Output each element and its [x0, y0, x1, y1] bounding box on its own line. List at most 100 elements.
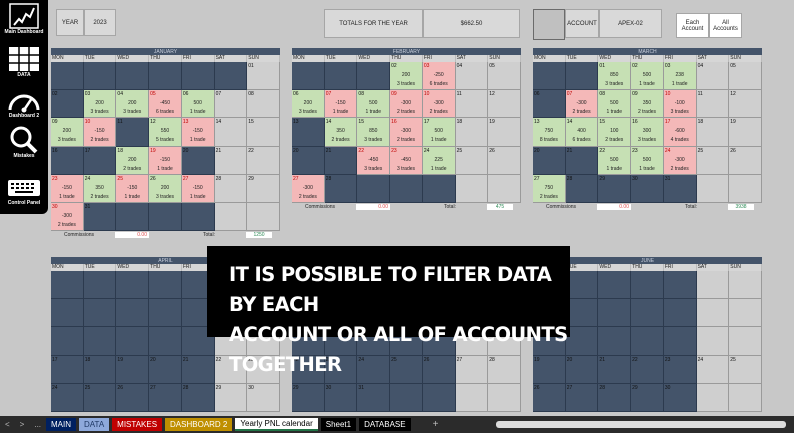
more-tabs-icon[interactable]: ... — [29, 420, 46, 429]
day-cell[interactable] — [663, 271, 697, 300]
day-cell[interactable] — [729, 299, 762, 328]
horizontal-scrollbar[interactable] — [496, 421, 786, 428]
day-cell[interactable]: 16 — [51, 146, 84, 175]
day-cell[interactable]: 25 — [455, 146, 489, 175]
day-cell[interactable]: 24 -300 2 trades — [663, 146, 697, 175]
day-cell[interactable] — [696, 327, 730, 356]
day-cell[interactable]: 08 — [247, 90, 280, 119]
day-cell[interactable]: 22 — [247, 146, 280, 175]
day-cell[interactable]: 17 500 1 trade — [422, 118, 456, 147]
day-cell[interactable]: 24 — [696, 355, 730, 384]
day-cell[interactable]: 11 — [455, 90, 489, 119]
day-cell[interactable]: 30 — [631, 174, 664, 203]
day-cell[interactable] — [149, 271, 182, 300]
day-cell[interactable] — [116, 271, 150, 300]
account-value[interactable]: APEX-02 — [599, 9, 662, 38]
day-cell[interactable]: 31 — [663, 174, 697, 203]
day-cell[interactable]: 27 — [565, 383, 599, 412]
day-cell[interactable] — [83, 271, 117, 300]
day-cell[interactable]: 11 — [116, 118, 150, 147]
day-cell[interactable] — [455, 383, 489, 412]
day-cell[interactable]: 07 — [214, 90, 248, 119]
day-cell[interactable] — [83, 327, 117, 356]
day-cell[interactable]: 12 — [488, 90, 521, 119]
day-cell[interactable]: 04 — [696, 62, 730, 91]
day-cell[interactable] — [116, 202, 150, 232]
day-cell[interactable]: 28 — [565, 174, 599, 203]
day-cell[interactable] — [696, 174, 730, 203]
day-cell[interactable]: 17 -600 4 trades — [663, 118, 697, 147]
day-cell[interactable]: 18 200 2 trades — [116, 146, 150, 175]
day-cell[interactable]: 23 500 1 trade — [631, 146, 664, 175]
day-cell[interactable] — [631, 299, 664, 328]
day-cell[interactable]: 28 — [598, 383, 632, 412]
day-cell[interactable]: 25 — [696, 146, 730, 175]
day-cell[interactable]: 05 — [488, 62, 521, 91]
day-cell[interactable]: 14 — [214, 118, 248, 147]
day-cell[interactable]: 08 500 1 trade — [357, 90, 391, 119]
day-cell[interactable]: 18 — [455, 118, 489, 147]
day-cell[interactable]: 04 200 3 trades — [116, 90, 150, 119]
day-cell[interactable] — [729, 174, 762, 203]
day-cell[interactable]: 06 — [533, 90, 566, 119]
day-cell[interactable] — [214, 202, 248, 232]
day-cell[interactable] — [663, 299, 697, 328]
sidebar-item-control-panel[interactable]: Control Panel — [2, 173, 46, 213]
day-cell[interactable]: 17 — [51, 355, 84, 384]
day-cell[interactable]: 14 400 6 trades — [565, 118, 599, 147]
day-cell[interactable] — [292, 62, 325, 91]
day-cell[interactable]: 20 — [181, 146, 215, 175]
day-cell[interactable] — [116, 62, 150, 91]
day-cell[interactable]: 21 — [598, 355, 632, 384]
day-cell[interactable]: 30 — [324, 383, 358, 412]
day-cell[interactable] — [663, 327, 697, 356]
day-cell[interactable]: 29 — [598, 174, 632, 203]
day-cell[interactable]: 03 -250 6 trades — [422, 62, 456, 91]
day-cell[interactable]: 15 — [247, 118, 280, 147]
day-cell[interactable]: 25 — [729, 355, 762, 384]
day-cell[interactable]: 03 238 1 trade — [663, 62, 697, 91]
day-cell[interactable]: 04 — [455, 62, 489, 91]
day-cell[interactable]: 16 300 3 trades — [631, 118, 664, 147]
day-cell[interactable] — [214, 62, 248, 91]
day-cell[interactable] — [488, 383, 521, 412]
day-cell[interactable]: 09 200 3 trades — [51, 118, 84, 147]
day-cell[interactable] — [390, 174, 423, 203]
day-cell[interactable] — [149, 299, 182, 328]
sidebar-item-main-dashboard[interactable]: Main Dashboard — [2, 2, 46, 42]
day-cell[interactable]: 24 350 2 trades — [83, 174, 117, 203]
day-cell[interactable]: 13 750 8 trades — [533, 118, 566, 147]
day-cell[interactable] — [729, 271, 762, 300]
day-cell[interactable]: 22 500 1 trade — [598, 146, 632, 175]
day-cell[interactable]: 29 — [247, 174, 280, 203]
sheet-tab-sheet1[interactable]: Sheet1 — [320, 418, 357, 431]
day-cell[interactable]: 20 — [533, 146, 566, 175]
day-cell[interactable]: 16 -300 2 trades — [390, 118, 423, 147]
day-cell[interactable] — [116, 327, 150, 356]
day-cell[interactable]: 29 — [631, 383, 664, 412]
day-cell[interactable]: 10 -100 3 trades — [663, 90, 697, 119]
day-cell[interactable] — [565, 271, 599, 300]
day-cell[interactable]: 23 — [663, 355, 697, 384]
day-cell[interactable]: 31 — [83, 202, 117, 232]
day-cell[interactable]: 05 — [729, 62, 762, 91]
day-cell[interactable] — [422, 174, 456, 203]
day-cell[interactable]: 05 -450 6 trades — [149, 90, 182, 119]
day-cell[interactable]: 18 — [83, 355, 117, 384]
day-cell[interactable]: 03 200 3 trades — [83, 90, 117, 119]
day-cell[interactable]: 29 — [292, 383, 325, 412]
year-value[interactable]: 2023 — [84, 9, 116, 36]
day-cell[interactable] — [247, 202, 280, 232]
day-cell[interactable]: 26 — [116, 383, 150, 412]
day-cell[interactable]: 21 — [324, 146, 358, 175]
tab-scroll-left-icon[interactable]: < — [0, 420, 15, 429]
day-cell[interactable] — [696, 299, 730, 328]
sidebar-item-data[interactable]: DATA — [2, 45, 46, 85]
day-cell[interactable]: 15 850 3 trades — [357, 118, 391, 147]
day-cell[interactable]: 27 — [149, 383, 182, 412]
day-cell[interactable] — [149, 62, 182, 91]
account-selector-cell[interactable] — [533, 9, 565, 40]
day-cell[interactable]: 28 — [214, 174, 248, 203]
tab-scroll-right-icon[interactable]: > — [15, 420, 30, 429]
day-cell[interactable]: 12 — [729, 90, 762, 119]
